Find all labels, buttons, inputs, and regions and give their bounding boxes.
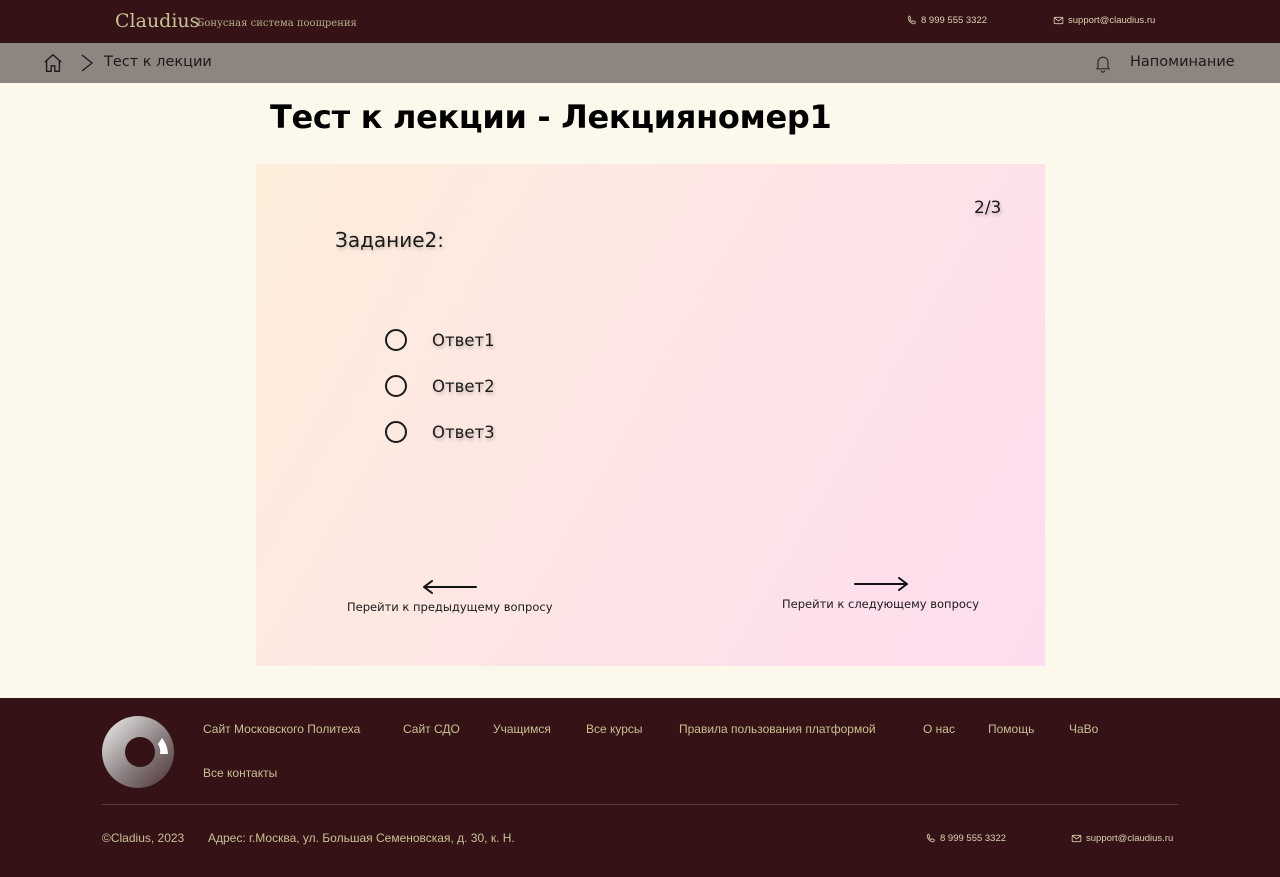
arrow-left-icon: [422, 580, 477, 594]
footer-link[interactable]: О нас: [923, 722, 955, 736]
footer-link[interactable]: Правила пользования платформой: [679, 722, 876, 736]
home-icon[interactable]: [42, 52, 64, 74]
prev-question-label: Перейти к предыдущему вопросу: [347, 600, 553, 614]
top-header: Claudius Бонусная система поощрения 8 99…: [0, 0, 1280, 43]
header-email-text: support@claudius.ru: [1068, 15, 1156, 26]
next-question-label: Перейти к следующему вопросу: [782, 597, 980, 611]
radio-button[interactable]: [385, 421, 407, 443]
question-counter: 2/3: [974, 198, 1002, 218]
header-email[interactable]: support@claudius.ru: [1053, 15, 1155, 26]
answer-option[interactable]: Ответ3: [385, 421, 495, 443]
footer-phone[interactable]: 8 999 555 3322: [925, 833, 1006, 844]
brand-logo-text[interactable]: Claudius: [115, 10, 199, 32]
chevron-right-icon: [81, 54, 94, 72]
footer-email-text: support@claudius.ru: [1086, 833, 1174, 844]
brand-tagline: Бонусная система поощрения: [197, 18, 357, 29]
reminder-link[interactable]: Напоминание: [1130, 54, 1235, 70]
footer-link[interactable]: Помощь: [988, 722, 1034, 736]
arrow-right-icon: [853, 577, 908, 591]
footer-link[interactable]: Учащимся: [493, 722, 551, 736]
footer-link[interactable]: ЧаВо: [1069, 722, 1098, 736]
mail-icon: [1071, 834, 1082, 843]
radio-button[interactable]: [385, 329, 407, 351]
breadcrumb-current: Тест к лекции: [104, 54, 212, 70]
next-question-button[interactable]: Перейти к следующему вопросу: [782, 577, 979, 611]
answer-label: Ответ2: [432, 376, 495, 396]
answer-label: Ответ3: [432, 422, 495, 442]
quiz-card: 2/3 Задание2: Ответ1 Ответ2 Ответ3 Перей…: [256, 164, 1045, 666]
phone-icon: [926, 833, 935, 843]
footer-link[interactable]: Сайт СДО: [403, 722, 460, 736]
bell-icon[interactable]: [1093, 53, 1113, 73]
address: Адрес: г.Москва, ул. Большая Семеновская…: [208, 831, 515, 845]
header-phone[interactable]: 8 999 555 3322: [906, 15, 987, 26]
copyright: ©Cladius, 2023: [102, 831, 185, 845]
answer-label: Ответ1: [432, 330, 495, 350]
answer-option[interactable]: Ответ1: [385, 329, 495, 351]
footer-phone-text: 8 999 555 3322: [940, 833, 1007, 844]
mail-icon: [1053, 16, 1064, 25]
task-title: Задание2:: [335, 228, 445, 252]
phone-icon: [907, 15, 916, 25]
brand-logo-icon[interactable]: [102, 716, 174, 788]
footer-link[interactable]: Все контакты: [203, 766, 277, 780]
footer: Сайт Московского Политеха Сайт СДО Учащи…: [0, 698, 1280, 877]
footer-email[interactable]: support@claudius.ru: [1071, 833, 1173, 844]
prev-question-button[interactable]: Перейти к предыдущему вопросу: [347, 580, 553, 614]
answer-option[interactable]: Ответ2: [385, 375, 495, 397]
page-title: Тест к лекции - Лекцияномер1: [270, 98, 832, 136]
breadcrumb: Тест к лекции Напоминание: [0, 43, 1280, 83]
radio-button[interactable]: [385, 375, 407, 397]
footer-link[interactable]: Все курсы: [586, 722, 643, 736]
header-phone-text: 8 999 555 3322: [921, 15, 988, 26]
footer-divider: [102, 804, 1178, 805]
footer-link[interactable]: Сайт Московского Политеха: [203, 722, 360, 736]
